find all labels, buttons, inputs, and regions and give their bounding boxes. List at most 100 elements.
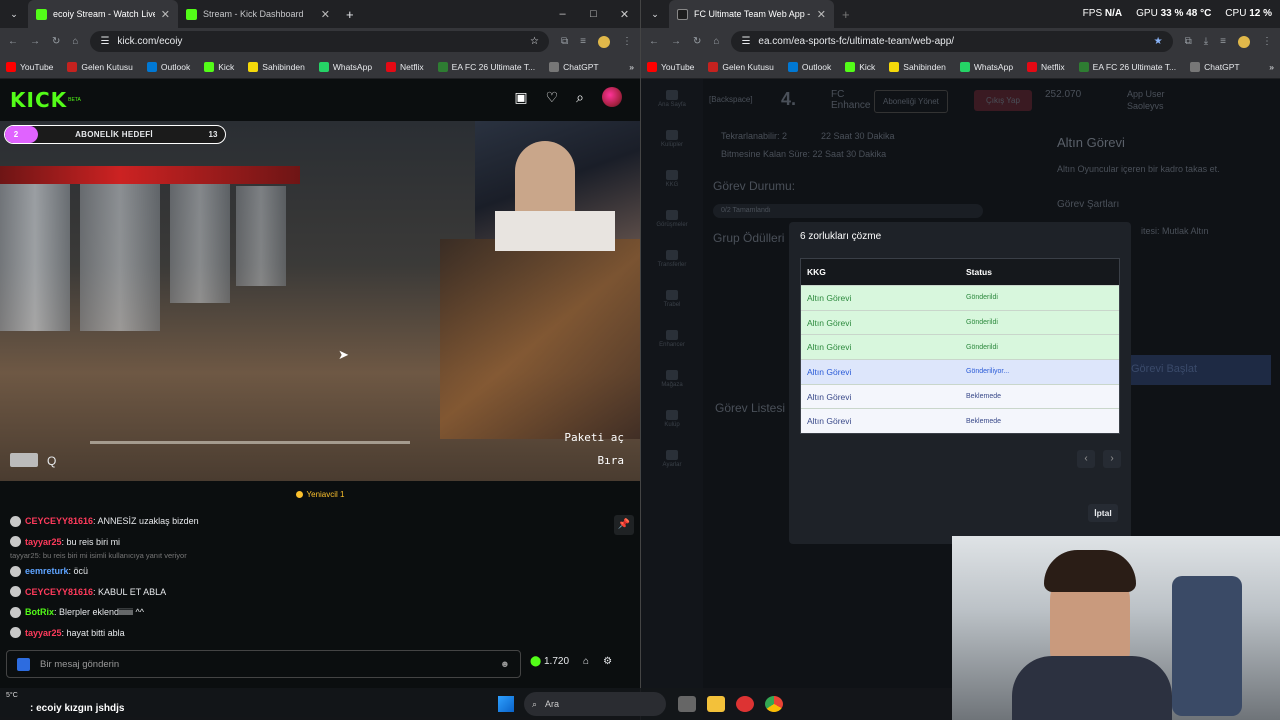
back-icon[interactable]: ←	[8, 36, 18, 47]
back-icon[interactable]: ←	[649, 36, 659, 47]
chat-message[interactable]: CEYCEYY81616: KABUL ET ABLA	[10, 582, 630, 603]
extensions-icon[interactable]: ⧉	[561, 36, 568, 47]
chat-username[interactable]: tayyar25	[25, 623, 62, 644]
bookmarks-overflow-icon[interactable]: »	[1269, 62, 1274, 72]
bookmark-item[interactable]: EA FC 26 Ultimate T...	[437, 61, 535, 72]
close-button[interactable]: ✕	[609, 8, 640, 21]
bookmark-item[interactable]: WhatsApp	[318, 61, 372, 72]
stream-video[interactable]: 2 ABONELİK HEDEFİ 13 Paketi aç Bıra Q ➤	[0, 121, 640, 481]
bookmark-item[interactable]: YouTube	[6, 61, 53, 72]
home-icon[interactable]: ⌂	[713, 36, 719, 47]
bookmark-star-icon[interactable]: ★	[1154, 36, 1163, 47]
logout-button[interactable]: Çıkış Yap	[974, 90, 1032, 111]
bookmark-item[interactable]: ChatGPT	[1190, 61, 1240, 72]
download-icon[interactable]: ⤓	[1204, 36, 1208, 47]
bookmarks-overflow-icon[interactable]: »	[629, 62, 634, 72]
bookmark-item[interactable]: Sahibinden	[889, 61, 946, 72]
chat-message[interactable]: tayyar25: bu reis biri mi	[10, 532, 630, 553]
bookmark-item[interactable]: Kick	[845, 61, 875, 72]
task-view-icon[interactable]	[678, 696, 696, 712]
maximize-button[interactable]: □	[578, 8, 609, 20]
bookmark-item[interactable]: Kick	[204, 61, 234, 72]
fc-nav-item[interactable]: Enhancer	[641, 319, 703, 359]
bookmark-item[interactable]: Netflix	[386, 61, 424, 72]
points-counter[interactable]: ⬤ 1.720	[530, 656, 569, 667]
extensions-icon[interactable]: ⧉	[1185, 36, 1192, 47]
chat-message[interactable]: eemreturk: öcü	[10, 561, 630, 582]
site-info-icon[interactable]: ☰	[741, 36, 750, 47]
new-tab-button[interactable]: +	[834, 7, 858, 22]
bookmark-item[interactable]: YouTube	[647, 61, 694, 72]
reload-icon[interactable]: ↻	[52, 36, 60, 47]
chat-username[interactable]: BotRix	[25, 602, 54, 623]
profile-avatar[interactable]	[1238, 35, 1250, 48]
chat-username[interactable]: eemreturk	[25, 561, 69, 582]
bookmark-item[interactable]: Outlook	[146, 61, 190, 72]
chat-message[interactable]: BotRix: Blerpler eklendiiiiiii ^^	[10, 602, 630, 623]
media-icon[interactable]: ≡	[1220, 36, 1226, 47]
bookmark-item[interactable]: Gelen Kutusu	[708, 61, 774, 72]
menu-icon[interactable]: ⋮	[1262, 36, 1272, 47]
next-page-icon[interactable]: ›	[1103, 450, 1121, 468]
fc-nav-item[interactable]: Mağaza	[641, 359, 703, 399]
fc-nav-item[interactable]: Kulüpler	[641, 119, 703, 159]
address-bar[interactable]: ☰ kick.com/ecoiy ☆	[90, 31, 550, 52]
bookmark-item[interactable]: Sahibinden	[248, 61, 305, 72]
bookmark-item[interactable]: WhatsApp	[959, 61, 1013, 72]
chat-message[interactable]: tayyar25: hayat bitti abla	[10, 623, 630, 644]
bookmark-item[interactable]: ChatGPT	[549, 61, 599, 72]
prev-page-icon[interactable]: ‹	[1077, 450, 1095, 468]
fc-nav-item[interactable]: Ayarlar	[641, 439, 703, 479]
tab-kick-stream[interactable]: ecoiy Stream - Watch Live o ✕	[28, 0, 178, 28]
tab-close-icon[interactable]: ✕	[161, 8, 170, 21]
start-icon[interactable]	[498, 696, 514, 712]
new-tab-button[interactable]: +	[338, 7, 362, 22]
fc-nav-item[interactable]: Ana Sayfa	[641, 79, 703, 119]
fc-nav-item[interactable]: Trabel	[641, 279, 703, 319]
site-info-icon[interactable]: ☰	[100, 36, 109, 47]
chrome-icon[interactable]	[765, 696, 783, 712]
tab-close-icon[interactable]: ✕	[817, 8, 826, 21]
forward-icon[interactable]: →	[30, 36, 40, 47]
tab-fc-web-app[interactable]: FC Ultimate Team Web App - E ✕	[669, 0, 834, 28]
forward-icon[interactable]: →	[671, 36, 681, 47]
bookmark-item[interactable]: EA FC 26 Ultimate T...	[1078, 61, 1176, 72]
bookmark-item[interactable]: Gelen Kutusu	[67, 61, 133, 72]
kick-logo[interactable]: KICK	[10, 88, 67, 112]
fc-nav-item[interactable]: Transferler	[641, 239, 703, 279]
weather-widget[interactable]: 5°C	[6, 692, 18, 699]
emoji-icon[interactable]: ☻	[500, 659, 510, 670]
chat-username[interactable]: CEYCEYY81616	[25, 511, 93, 532]
manage-subscription-button[interactable]: Aboneliği Yönet	[874, 90, 948, 113]
tab-search-icon[interactable]: ⌄	[0, 9, 28, 20]
home-icon[interactable]: ⌂	[72, 36, 78, 47]
cancel-button[interactable]: İptal	[1088, 504, 1118, 522]
tab-close-icon[interactable]: ✕	[321, 8, 330, 21]
bookmark-item[interactable]: Outlook	[787, 61, 831, 72]
fc-nav-item[interactable]: Görüşmeler	[641, 199, 703, 239]
profile-avatar[interactable]	[598, 35, 610, 48]
follow-heart-icon[interactable]: ♡	[546, 89, 559, 106]
bookmark-star-icon[interactable]: ☆	[530, 36, 539, 47]
fc-nav-item[interactable]: Kulüp	[641, 399, 703, 439]
user-avatar[interactable]	[602, 87, 622, 107]
search-icon[interactable]: ⌕	[576, 89, 584, 106]
chat-input[interactable]: Bir mesaj gönderin ☻	[6, 650, 521, 678]
fc-nav-item[interactable]: KKG	[641, 159, 703, 199]
minimize-button[interactable]: –	[547, 8, 578, 20]
tab-search-icon[interactable]: ⌄	[641, 9, 669, 20]
media-icon[interactable]: ≡	[580, 36, 586, 47]
app-icon[interactable]	[736, 696, 754, 712]
chat-message[interactable]: CEYCEYY81616: ANNESİZ uzaklaş bizden	[10, 511, 630, 532]
tab-kick-dashboard[interactable]: Stream - Kick Dashboard ✕	[178, 0, 338, 28]
pin-icon[interactable]: 📌	[614, 515, 634, 535]
taskbar-search[interactable]: ⌕ Ara	[524, 692, 666, 716]
start-objective-button[interactable]: Görevi Başlat	[1121, 355, 1271, 385]
address-bar[interactable]: ☰ ea.com/ea-sports-fc/ultimate-team/web-…	[731, 31, 1173, 52]
settings-gear-icon[interactable]: ⚙	[603, 656, 612, 667]
menu-icon[interactable]: ⋮	[622, 36, 632, 47]
chat-username[interactable]: tayyar25	[25, 532, 62, 553]
chat-username[interactable]: CEYCEYY81616	[25, 582, 93, 603]
browse-icon[interactable]: ▣	[514, 89, 527, 106]
file-explorer-icon[interactable]	[707, 696, 725, 712]
